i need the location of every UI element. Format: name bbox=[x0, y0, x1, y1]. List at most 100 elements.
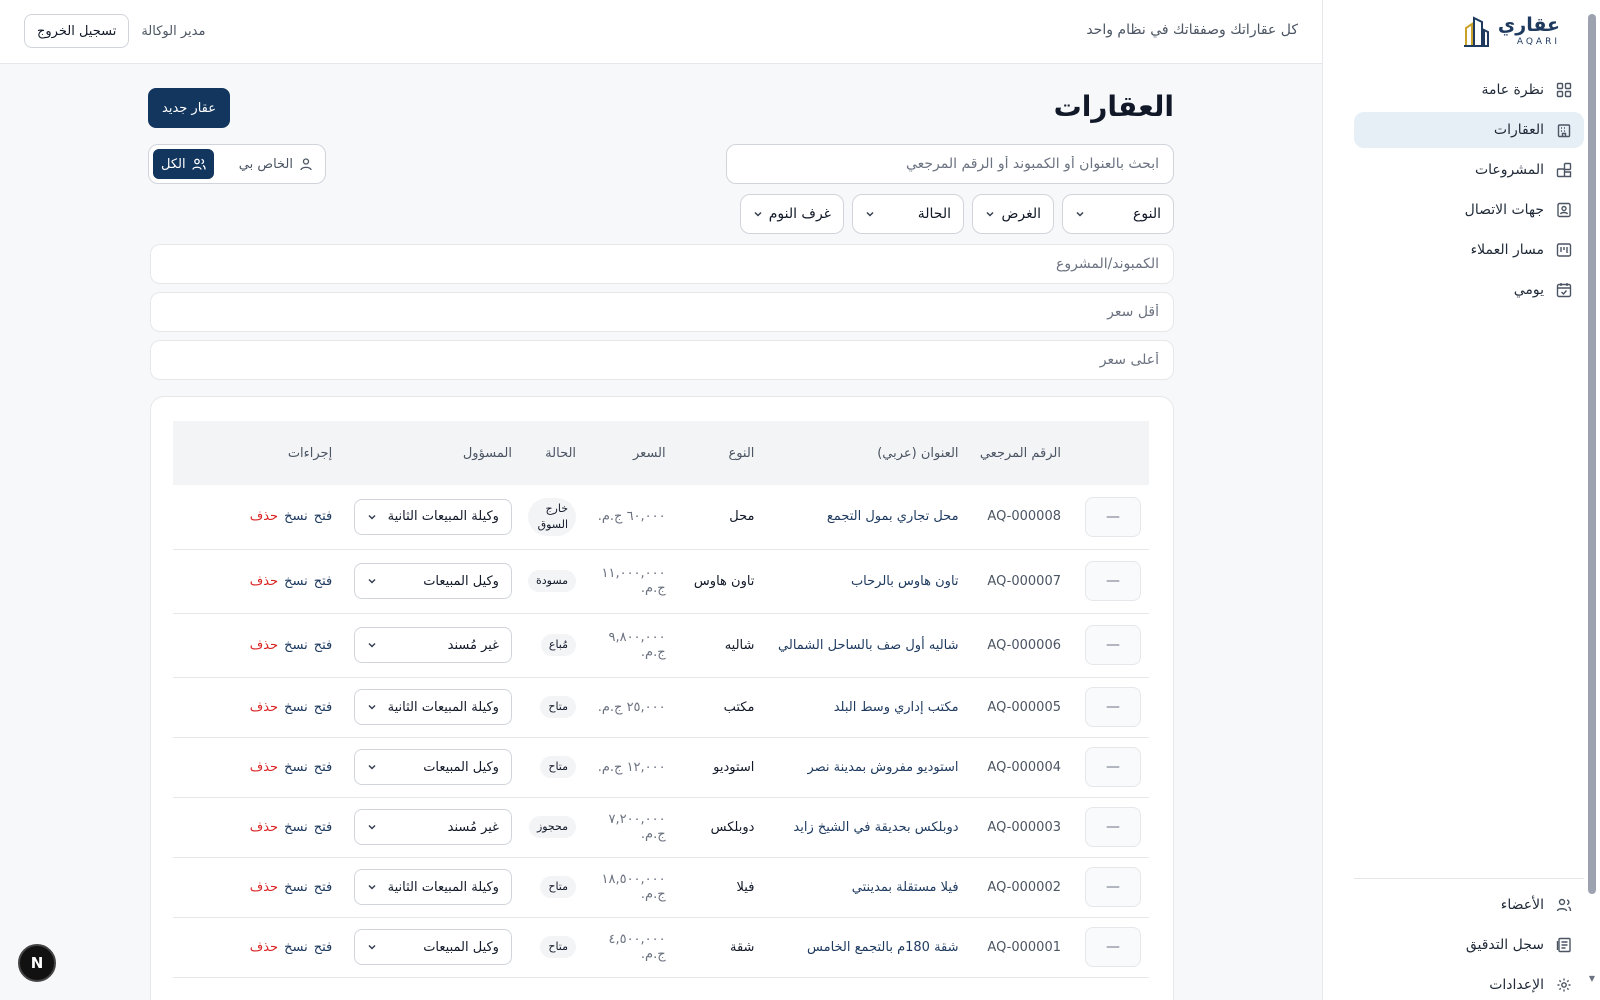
row-select-button[interactable]: — bbox=[1085, 687, 1141, 727]
user-role: مدير الوكالة bbox=[141, 23, 206, 39]
scope-mine-label: الخاص بي bbox=[238, 156, 293, 172]
title-cell[interactable]: محل تجاري بمول التجمع bbox=[762, 485, 967, 550]
delete-link[interactable]: حذف bbox=[250, 820, 278, 835]
sidebar-item-settings[interactable]: الإعدادات bbox=[1354, 967, 1584, 1000]
table-row[interactable]: — AQ-000003 دوبلكس بحديقة في الشيخ زايد دوب… bbox=[173, 797, 1149, 858]
table-row[interactable]: — AQ-000001 شقة 180م بالتجمع الخامس شقة ٤,٥٠… bbox=[173, 917, 1149, 978]
copy-link[interactable]: نسخ bbox=[284, 700, 308, 715]
delete-link[interactable]: حذف bbox=[250, 509, 278, 524]
title-cell[interactable]: دوبلكس بحديقة في الشيخ زايد bbox=[762, 797, 967, 858]
copy-link[interactable]: نسخ bbox=[284, 760, 308, 775]
brand-logo[interactable]: عقاري AQARI bbox=[1462, 14, 1560, 48]
copy-link[interactable]: نسخ bbox=[284, 940, 308, 955]
owner-cell: وكيلة المبيعات الثانية bbox=[340, 857, 520, 918]
dev-tools-badge[interactable]: N bbox=[18, 944, 56, 982]
row-select-button[interactable]: — bbox=[1085, 496, 1141, 537]
table-row[interactable]: — AQ-000008 محل تجاري بمول التجمع محل ٦٠,٠٠٠… bbox=[173, 485, 1149, 550]
chevron-down-icon bbox=[368, 514, 376, 520]
title-cell[interactable]: شاليه أول صف بالساحل الشمالي bbox=[762, 613, 967, 678]
purpose-filter-select[interactable]: الغرض bbox=[972, 194, 1054, 234]
sidebar-item-contacts[interactable]: جهات الاتصال bbox=[1354, 192, 1584, 228]
row-select-cell: — bbox=[1069, 797, 1149, 858]
open-link[interactable]: فتح bbox=[314, 760, 333, 775]
copy-link[interactable]: نسخ bbox=[284, 638, 308, 653]
status-badge: متاح bbox=[540, 876, 577, 898]
row-select-button[interactable]: — bbox=[1085, 747, 1141, 787]
scope-all-button[interactable]: الكل bbox=[153, 149, 214, 179]
delete-link[interactable]: حذف bbox=[250, 760, 278, 775]
delete-link[interactable]: حذف bbox=[250, 638, 278, 653]
main-content: العقارات عقار جديد الخاص بي الكل النوع ا… bbox=[0, 64, 1322, 1000]
owner-select[interactable]: وكيل المبيعات bbox=[353, 563, 512, 599]
search-input[interactable] bbox=[726, 144, 1174, 184]
sidebar-item-projects[interactable]: المشروعات bbox=[1354, 152, 1584, 188]
title-cell[interactable]: استوديو مفروش بمدينة نصر bbox=[762, 737, 967, 798]
delete-link[interactable]: حذف bbox=[250, 940, 278, 955]
column-header-ref[interactable]: الرقم المرجعي bbox=[967, 421, 1069, 485]
bedrooms-filter-label: غرف النوم bbox=[768, 206, 831, 222]
owner-select[interactable]: وكيلة المبيعات الثانية bbox=[353, 498, 512, 535]
sidebar-item-overview[interactable]: نظرة عامة bbox=[1354, 72, 1584, 108]
table-row[interactable]: — AQ-000007 تاون هاوس بالرحاب تاون هاوس ١١,٠… bbox=[173, 549, 1149, 614]
users-icon bbox=[191, 158, 206, 170]
column-header-title[interactable]: العنوان (عربي) bbox=[762, 421, 966, 485]
open-link[interactable]: فتح bbox=[314, 509, 333, 524]
logout-button[interactable]: تسجيل الخروج bbox=[24, 14, 130, 48]
chevron-down-icon bbox=[866, 211, 874, 217]
title-cell[interactable]: تاون هاوس بالرحاب bbox=[762, 549, 967, 614]
owner-select[interactable]: غير مُسند bbox=[353, 627, 512, 663]
open-link[interactable]: فتح bbox=[314, 880, 333, 895]
open-link[interactable]: فتح bbox=[314, 820, 333, 835]
row-select-button[interactable]: — bbox=[1085, 561, 1141, 601]
copy-link[interactable]: نسخ bbox=[284, 820, 308, 835]
compound-input[interactable] bbox=[150, 244, 1174, 284]
sidebar-item-daily[interactable]: يومي bbox=[1354, 272, 1584, 308]
ref-cell: AQ-000001 bbox=[966, 917, 1069, 978]
open-link[interactable]: فتح bbox=[314, 574, 333, 589]
table-row[interactable]: — AQ-000004 استوديو مفروش بمدينة نصر استودي… bbox=[173, 737, 1149, 798]
copy-link[interactable]: نسخ bbox=[284, 880, 308, 895]
open-link[interactable]: فتح bbox=[314, 638, 333, 653]
open-link[interactable]: فتح bbox=[314, 940, 333, 955]
sidebar-item-audit-log[interactable]: سجل التدقيق bbox=[1354, 927, 1584, 963]
copy-link[interactable]: نسخ bbox=[284, 509, 308, 524]
column-header-type[interactable]: النوع bbox=[674, 421, 763, 485]
column-header-status[interactable]: الحالة bbox=[520, 421, 584, 485]
bedrooms-filter-select[interactable]: غرف النوم bbox=[740, 194, 844, 234]
owner-select[interactable]: وكيل المبيعات bbox=[353, 929, 512, 965]
status-filter-select[interactable]: الحالة bbox=[852, 194, 964, 234]
new-property-button[interactable]: عقار جديد bbox=[148, 88, 231, 128]
row-select-button[interactable]: — bbox=[1085, 807, 1141, 847]
users-icon bbox=[1556, 897, 1572, 913]
scrollbar-thumb[interactable] bbox=[1588, 14, 1596, 894]
scroll-down-arrow-icon[interactable]: ▼ bbox=[1588, 974, 1596, 984]
type-filter-select[interactable]: النوع bbox=[1062, 194, 1174, 234]
delete-link[interactable]: حذف bbox=[250, 574, 278, 589]
owner-select[interactable]: وكيلة المبيعات الثانية bbox=[353, 689, 512, 725]
min-price-input[interactable] bbox=[150, 292, 1174, 332]
owner-select[interactable]: غير مُسند bbox=[353, 809, 512, 845]
owner-select[interactable]: وكيلة المبيعات الثانية bbox=[353, 869, 512, 905]
sidebar-item-members[interactable]: الأعضاء bbox=[1354, 887, 1584, 923]
scope-mine-button[interactable]: الخاص بي bbox=[231, 149, 321, 179]
table-row[interactable]: — AQ-000006 شاليه أول صف بالساحل الشمالي شا… bbox=[173, 613, 1149, 678]
building-icon bbox=[1556, 122, 1572, 138]
sidebar-item-properties[interactable]: العقارات bbox=[1354, 112, 1584, 148]
table-row[interactable]: — AQ-000005 مكتب إداري وسط البلد مكتب ٢٥,٠٠٠… bbox=[173, 677, 1149, 738]
column-header-price[interactable]: السعر bbox=[584, 421, 674, 485]
sidebar-item-pipeline[interactable]: مسار العملاء bbox=[1354, 232, 1584, 268]
row-select-button[interactable]: — bbox=[1085, 867, 1141, 907]
delete-link[interactable]: حذف bbox=[250, 700, 278, 715]
sidebar-scrollbar[interactable]: ▼ bbox=[1588, 14, 1596, 984]
title-cell[interactable]: فيلا مستقلة بمدينتي bbox=[762, 857, 967, 918]
row-select-button[interactable]: — bbox=[1085, 625, 1141, 665]
row-select-button[interactable]: — bbox=[1085, 927, 1141, 967]
delete-link[interactable]: حذف bbox=[250, 880, 278, 895]
open-link[interactable]: فتح bbox=[314, 700, 333, 715]
max-price-input[interactable] bbox=[150, 340, 1174, 380]
table-row[interactable]: — AQ-000002 فيلا مستقلة بمدينتي فيلا ١٨,٥٠٠,… bbox=[173, 857, 1149, 918]
copy-link[interactable]: نسخ bbox=[284, 574, 308, 589]
owner-select[interactable]: وكيل المبيعات bbox=[353, 749, 512, 785]
title-cell[interactable]: مكتب إداري وسط البلد bbox=[762, 677, 967, 738]
title-cell[interactable]: شقة 180م بالتجمع الخامس bbox=[762, 917, 967, 978]
